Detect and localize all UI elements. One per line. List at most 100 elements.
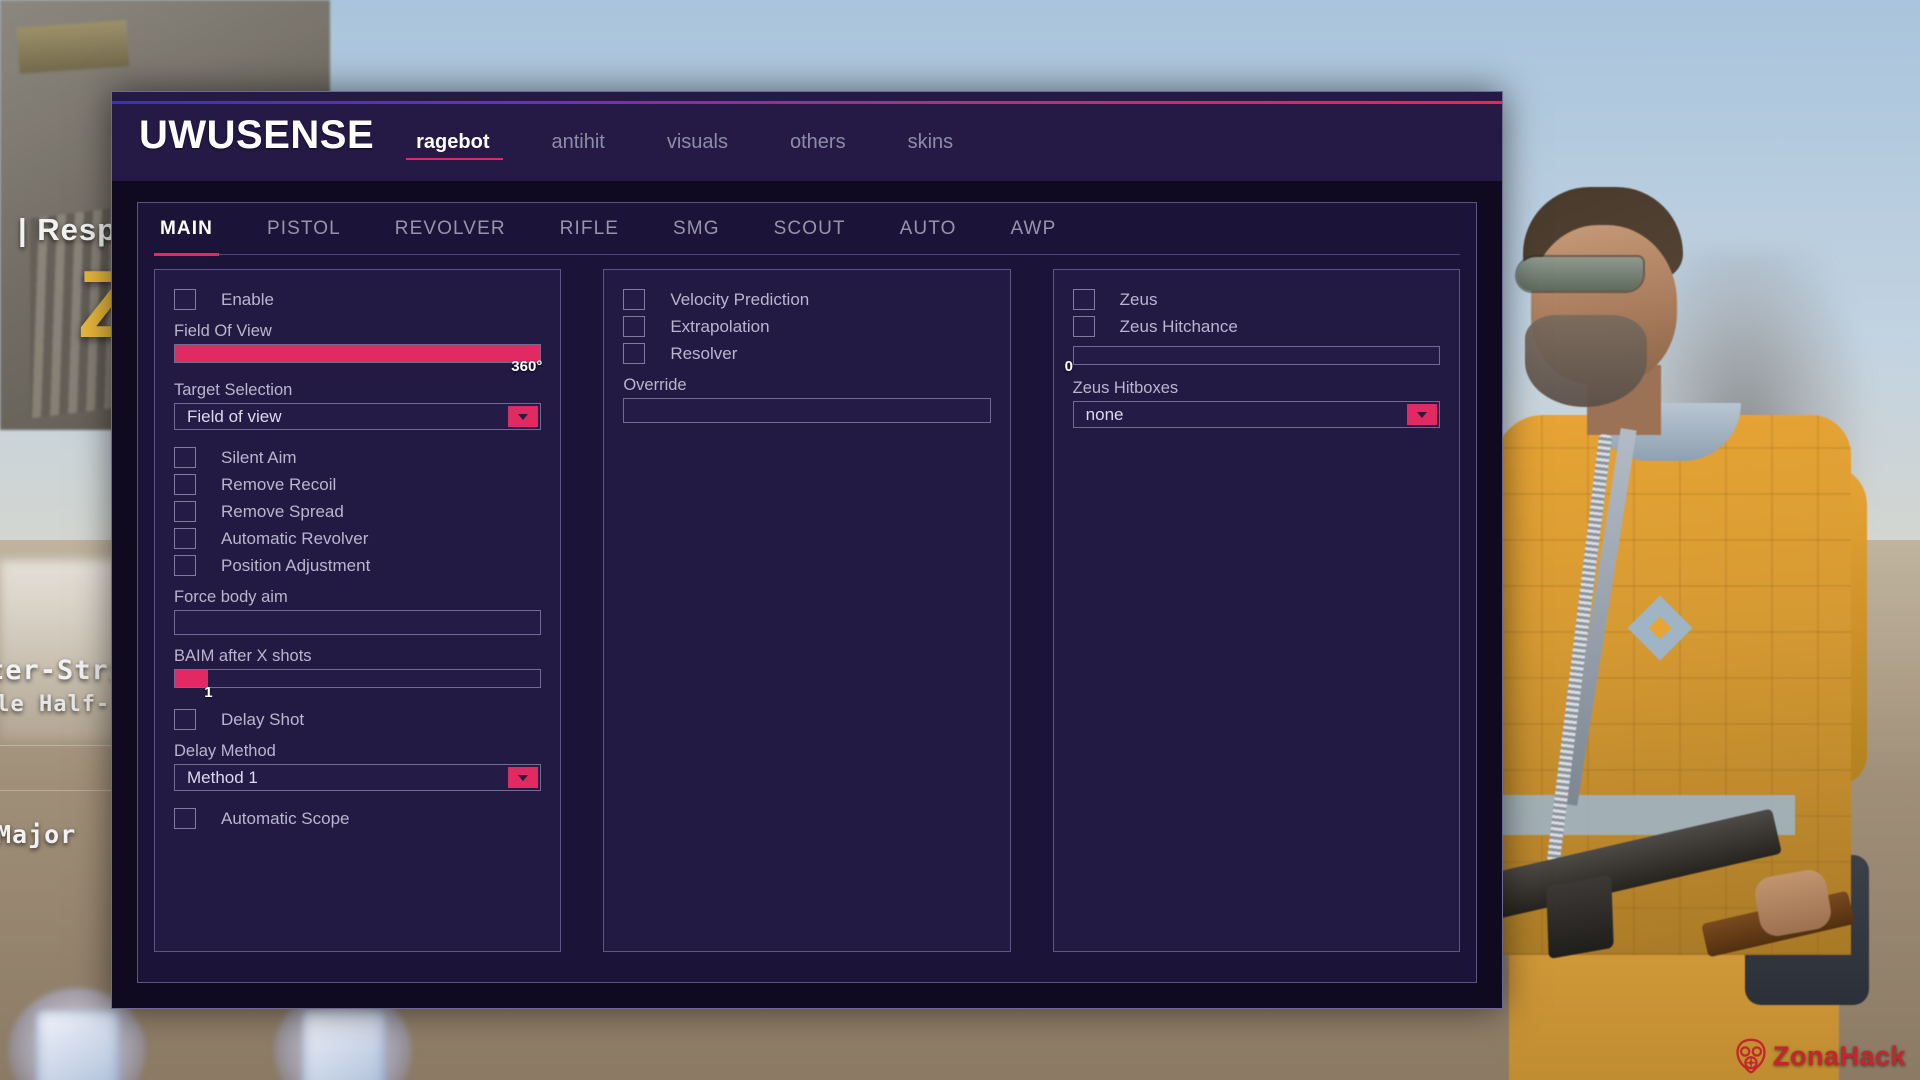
weapon-tab-awp[interactable]: AWP [1010, 203, 1056, 254]
checkbox-row-enable[interactable]: Enable [174, 286, 541, 313]
weapon-tab-auto[interactable]: AUTO [900, 203, 957, 254]
background-player-model [1450, 165, 1920, 1080]
input-override[interactable] [623, 398, 991, 423]
dropdown-value-target-selection: Field of view [187, 406, 282, 426]
checkbox-automatic-revolver[interactable] [174, 528, 196, 549]
nav-tab-visuals[interactable]: visuals [667, 131, 728, 160]
gas-mask-icon [1733, 1038, 1769, 1074]
input-force-body-aim[interactable] [174, 610, 542, 635]
checkbox-velocity-prediction[interactable] [623, 289, 646, 310]
checkbox-extrapolation[interactable] [623, 316, 646, 337]
checkbox-zeus-hitchance[interactable] [1072, 316, 1095, 337]
slider-baim-after-x-shots[interactable]: 1 [174, 669, 542, 701]
column-aimbot: Enable Field Of View 360° Target Selecti… [154, 269, 562, 952]
checkbox-label-remove-recoil: Remove Recoil [221, 474, 337, 494]
chevron-down-icon[interactable] [508, 767, 539, 788]
main-nav[interactable]: ragebot antihit visuals others skins [406, 131, 1015, 160]
checkbox-label-remove-spread: Remove Spread [221, 501, 344, 521]
chevron-down-icon[interactable] [508, 406, 539, 427]
checkbox-label-zeus-hitchance: Zeus Hitchance [1119, 316, 1238, 336]
nav-tab-antihit[interactable]: antihit [551, 131, 604, 160]
weapon-tab-main[interactable]: MAIN [154, 203, 219, 256]
nav-tab-skins[interactable]: skins [908, 131, 954, 160]
model-rifle-magazine [1546, 874, 1614, 960]
checkbox-label-extrapolation: Extrapolation [670, 316, 770, 336]
weapon-tab-scout[interactable]: SCOUT [774, 203, 846, 254]
dropdown-value-delay-method: Method 1 [187, 767, 258, 787]
weapon-tab-revolver[interactable]: REVOLVER [395, 203, 506, 254]
checkbox-silent-aim[interactable] [174, 447, 196, 468]
checkbox-resolver[interactable] [623, 343, 646, 364]
checkbox-row-extrapolation[interactable]: Extrapolation [623, 313, 990, 340]
slider-value-field-of-view: 360° [511, 358, 543, 375]
column-prediction: Velocity Prediction Extrapolation Resolv… [603, 269, 1011, 952]
background-major-text: Major [0, 820, 77, 849]
checkbox-row-resolver[interactable]: Resolver [623, 340, 990, 367]
cheat-menu-window[interactable]: UWUSENSE ragebot antihit visuals others … [111, 91, 1503, 1009]
background-plank-top [16, 20, 130, 74]
brand-title: UWUSENSE [139, 113, 375, 157]
background-counter-strike-text: ter-Stri [0, 655, 127, 686]
slider-fill-field-of-view [175, 345, 541, 362]
weapon-tab-pistol[interactable]: PISTOL [267, 203, 341, 254]
watermark-text: ZonaHack [1772, 1040, 1906, 1071]
background-item-card [302, 1010, 386, 1080]
slider-value-baim-after-x-shots: 1 [204, 684, 213, 701]
checkbox-row-zeus[interactable]: Zeus [1072, 286, 1440, 313]
column-zeus: Zeus Zeus Hitchance 0 Zeus Hitboxes none [1052, 269, 1460, 952]
dropdown-value-zeus-hitboxes: none [1085, 404, 1124, 424]
dropdown-zeus-hitboxes[interactable]: none [1072, 401, 1440, 428]
checkbox-row-zeus-hitchance[interactable]: Zeus Hitchance [1072, 313, 1440, 340]
label-target-selection: Target Selection [174, 381, 293, 399]
checkbox-row-remove-spread[interactable]: Remove Spread [174, 498, 541, 525]
checkbox-zeus[interactable] [1072, 289, 1095, 310]
window-body: MAIN PISTOL REVOLVER RIFLE SMG SCOUT AUT… [112, 181, 1502, 1008]
checkbox-label-silent-aim: Silent Aim [221, 447, 297, 467]
content-frame: MAIN PISTOL REVOLVER RIFLE SMG SCOUT AUT… [137, 202, 1477, 983]
checkbox-row-remove-recoil[interactable]: Remove Recoil [174, 471, 541, 498]
checkbox-enable[interactable] [174, 289, 196, 310]
settings-columns: Enable Field Of View 360° Target Selecti… [154, 255, 1460, 952]
checkbox-label-zeus: Zeus [1119, 289, 1158, 309]
checkbox-row-position-adjustment[interactable]: Position Adjustment [174, 552, 541, 579]
checkbox-remove-spread[interactable] [174, 501, 196, 522]
checkbox-row-delay-shot[interactable]: Delay Shot [174, 706, 541, 733]
brand-row: UWUSENSE ragebot antihit visuals others … [139, 113, 1015, 160]
weapon-tab-bar[interactable]: MAIN PISTOL REVOLVER RIFLE SMG SCOUT AUT… [154, 203, 1460, 256]
label-force-body-aim: Force body aim [174, 588, 288, 606]
label-baim-after-x-shots: BAIM after X shots [174, 647, 312, 665]
checkbox-row-automatic-revolver[interactable]: Automatic Revolver [174, 525, 541, 552]
dropdown-delay-method[interactable]: Method 1 [174, 764, 542, 791]
model-sunglasses [1517, 257, 1643, 291]
checkbox-position-adjustment[interactable] [174, 555, 196, 576]
chevron-down-icon[interactable] [1406, 404, 1437, 425]
model-jacket-badge [1627, 595, 1693, 661]
checkbox-row-velocity-prediction[interactable]: Velocity Prediction [623, 286, 990, 313]
weapon-tab-rifle[interactable]: RIFLE [560, 203, 619, 254]
watermark: ZonaHack [1733, 1038, 1906, 1074]
checkbox-remove-recoil[interactable] [174, 474, 196, 495]
header-accent-line [112, 101, 1502, 104]
label-override: Override [623, 376, 687, 394]
checkbox-label-delay-shot: Delay Shot [221, 709, 305, 729]
slider-zeus-hitchance[interactable]: 0 [1065, 346, 1440, 375]
label-zeus-hitboxes: Zeus Hitboxes [1072, 379, 1179, 397]
checkbox-label-position-adjustment: Position Adjustment [221, 555, 371, 575]
checkbox-delay-shot[interactable] [174, 709, 196, 730]
background-half-life-text: ble Half- [0, 692, 111, 717]
checkbox-label-velocity-prediction: Velocity Prediction [670, 289, 810, 309]
weapon-tab-smg[interactable]: SMG [673, 203, 720, 254]
checkbox-label-resolver: Resolver [670, 343, 738, 363]
background-respawn-text: | Resp [18, 212, 118, 247]
checkbox-row-silent-aim[interactable]: Silent Aim [174, 444, 541, 471]
checkbox-automatic-scope[interactable] [174, 808, 196, 829]
nav-tab-ragebot[interactable]: ragebot [406, 131, 504, 160]
label-field-of-view: Field Of View [174, 322, 272, 340]
slider-fill-baim-after-x-shots [175, 670, 208, 687]
checkbox-label-automatic-scope: Automatic Scope [221, 808, 350, 828]
label-delay-method: Delay Method [174, 742, 276, 760]
checkbox-row-automatic-scope[interactable]: Automatic Scope [174, 805, 541, 832]
nav-tab-others[interactable]: others [790, 131, 846, 160]
dropdown-target-selection[interactable]: Field of view [174, 403, 542, 430]
slider-field-of-view[interactable]: 360° [174, 344, 542, 375]
